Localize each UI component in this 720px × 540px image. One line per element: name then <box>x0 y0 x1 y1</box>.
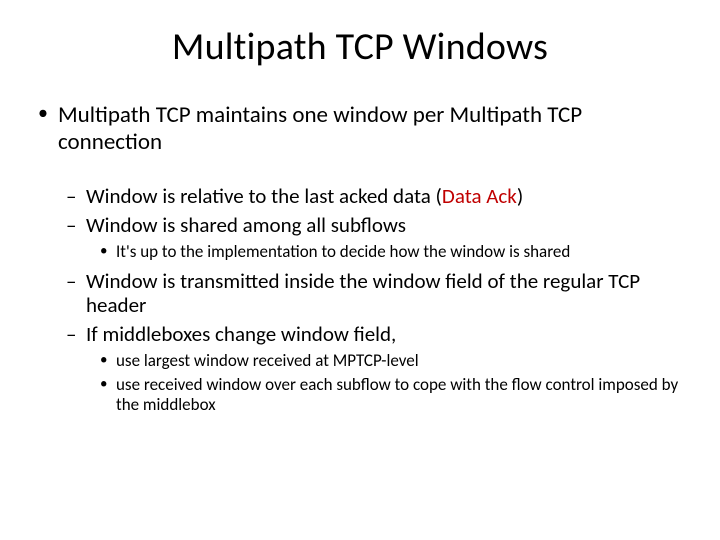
l3-d2: use received window over each subflow to… <box>30 375 690 416</box>
l2-item-d: If middleboxes change window field, <box>30 322 690 347</box>
slide-title: Multipath TCP Windows <box>30 24 690 70</box>
bullet-list-level1: Multipath TCP maintains one window per M… <box>30 102 690 156</box>
l3-d2-text: use received window over each subflow to… <box>116 374 678 416</box>
l2-a-pre: Window is relative to the last acked dat… <box>86 183 442 209</box>
l3-d1: use largest window received at MPTCP-lev… <box>30 351 690 372</box>
bullet-list-level2-cont: Window is transmitted inside the window … <box>30 269 690 347</box>
l2-item-c: Window is transmitted inside the window … <box>30 269 690 319</box>
l2-c-text: Window is transmitted inside the window … <box>86 268 640 319</box>
bullet-list-level3-d: use largest window received at MPTCP-lev… <box>30 351 690 416</box>
l3-b1-text: It's up to the implementation to decide … <box>116 241 570 262</box>
l2-b-text: Window is shared among all subflows <box>86 212 406 238</box>
bullet-list-level3-b: It's up to the implementation to decide … <box>30 242 690 263</box>
l2-item-a: Window is relative to the last acked dat… <box>30 184 690 209</box>
slide: Multipath TCP Windows Multipath TCP main… <box>0 0 720 540</box>
bullet-list-level2: Window is relative to the last acked dat… <box>30 184 690 238</box>
l2-a-red: Data Ack <box>442 183 517 209</box>
l2-a-post: ) <box>517 183 523 209</box>
l3-d1-text: use largest window received at MPTCP-lev… <box>116 350 419 371</box>
l3-b1: It's up to the implementation to decide … <box>30 242 690 263</box>
l2-item-b: Window is shared among all subflows <box>30 213 690 238</box>
l1-text: Multipath TCP maintains one window per M… <box>58 101 582 156</box>
l2-d-text: If middleboxes change window field, <box>86 321 396 347</box>
l1-item: Multipath TCP maintains one window per M… <box>30 102 690 156</box>
